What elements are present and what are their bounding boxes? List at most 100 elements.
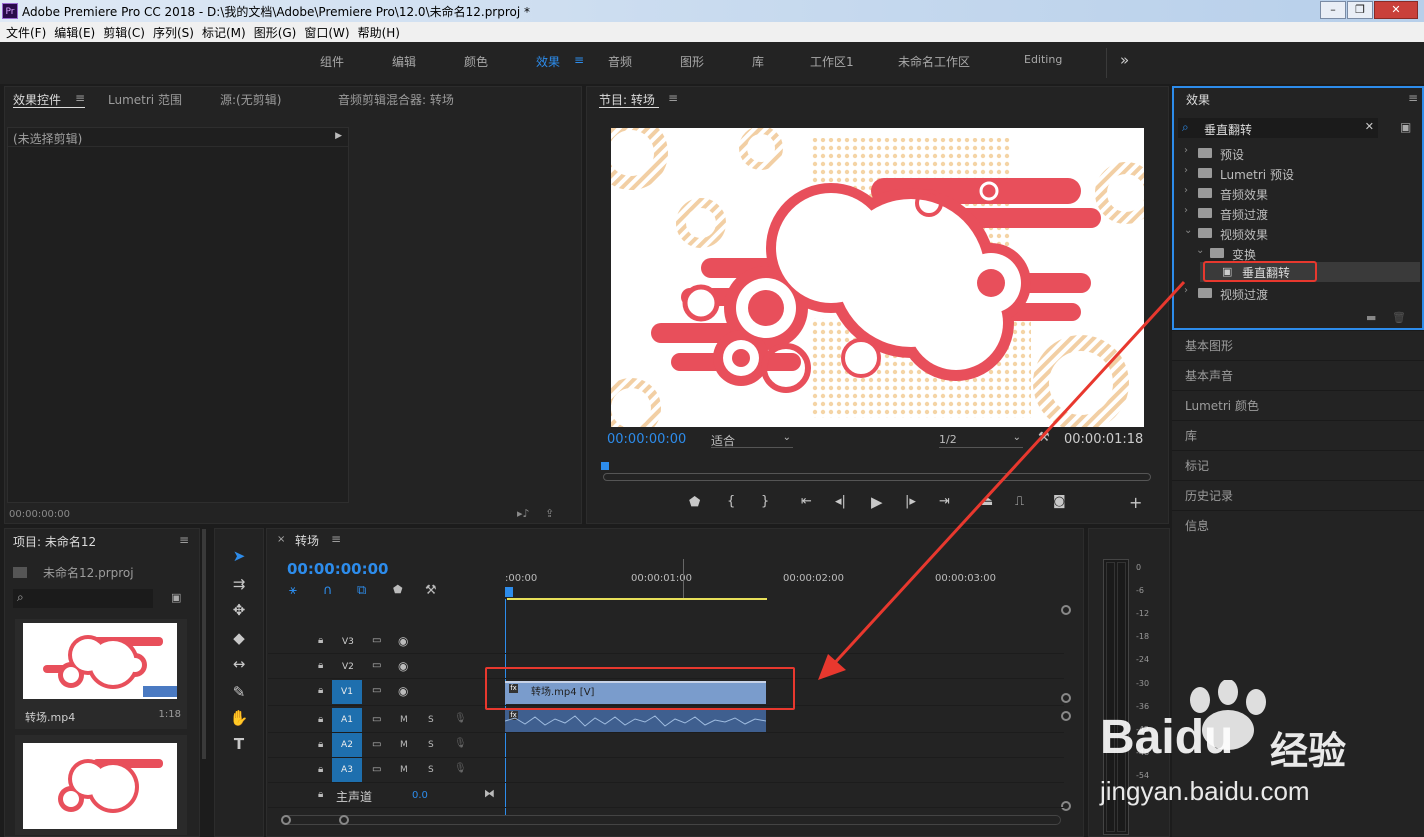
slip-tool-icon[interactable]: ↔ [228, 655, 250, 673]
menu-marker[interactable]: 标记(M) [200, 22, 252, 42]
add-marker-icon[interactable]: ⬟ [689, 495, 700, 510]
menu-file[interactable]: 文件(F) [4, 22, 52, 42]
program-current-timecode[interactable]: 00:00:00:00 [607, 432, 686, 447]
timeline-timecode[interactable]: 00:00:00:00 [287, 560, 389, 578]
lock-icon[interactable]: 🔒︎ [318, 789, 323, 800]
effects-folder-audio-effects[interactable]: › 音频效果 [1176, 184, 1420, 204]
export-frame-icon[interactable]: ▸♪ [517, 507, 530, 520]
track-target-a3[interactable]: A3 [332, 758, 362, 782]
workspace-tab-effects[interactable]: 效果 [536, 53, 560, 70]
master-volume-value[interactable]: 0.0 [412, 790, 428, 801]
tab-effect-controls[interactable]: 效果控件 [13, 91, 61, 108]
linked-selection-icon[interactable]: ⧉ [357, 583, 366, 598]
type-tool-icon[interactable]: T [228, 735, 250, 753]
project-menu-icon[interactable]: ≡ [179, 533, 189, 547]
project-search-input[interactable]: ⌕ [13, 589, 153, 608]
project-scrollbar[interactable] [202, 529, 206, 759]
mute-button[interactable]: M [400, 765, 408, 775]
workspace-tab-assembly[interactable]: 组件 [320, 53, 344, 70]
tab-audio-clip-mixer[interactable]: 音频剪辑混合器: 转场 [338, 91, 454, 108]
workspace-tab-audio[interactable]: 音频 [608, 53, 632, 70]
track-select-tool-icon[interactable]: ⇉ [228, 575, 250, 593]
menu-edit[interactable]: 编辑(E) [52, 22, 101, 42]
mark-in-icon[interactable]: { [727, 494, 735, 509]
mic-icon[interactable]: 🎙︎ [454, 763, 467, 774]
panel-essential-graphics[interactable]: 基本图形 [1172, 330, 1424, 360]
project-item-card[interactable]: 转场.mp4 1:18 [15, 619, 187, 729]
effects-menu-icon[interactable]: ≡ [1408, 91, 1418, 105]
timeline-zoom-bar[interactable] [281, 815, 1061, 825]
step-back-icon[interactable]: ◂| [835, 494, 846, 509]
sequence-menu-icon[interactable]: ≡ [331, 532, 341, 546]
solo-button[interactable]: S [428, 740, 434, 750]
tab-source[interactable]: 源:(无剪辑) [220, 91, 281, 108]
mark-out-icon[interactable]: } [761, 494, 769, 509]
panel-libraries[interactable]: 库 [1172, 420, 1424, 450]
go-to-out-icon[interactable]: ⇥ [939, 494, 950, 509]
lock-icon[interactable]: 🔒︎ [318, 660, 323, 671]
step-forward-icon[interactable]: |▸ [905, 494, 916, 509]
effects-folder-presets[interactable]: › 预设 [1176, 144, 1420, 164]
workspace-tab-libraries[interactable]: 库 [752, 53, 764, 70]
mute-button[interactable]: M [400, 740, 408, 750]
go-to-in-icon[interactable]: ⇤ [801, 494, 812, 509]
pen-tool-icon[interactable]: ✎ [228, 683, 250, 701]
sync-lock-icon[interactable]: ▭ [372, 685, 381, 696]
sync-lock-icon[interactable]: ▭ [372, 764, 381, 775]
workspace-tab-graphics[interactable]: 图形 [680, 53, 704, 70]
effects-folder-lumetri-presets[interactable]: › Lumetri 预设 [1176, 164, 1420, 184]
workspace-tab-editing[interactable]: 编辑 [392, 53, 416, 70]
menu-help[interactable]: 帮助(H) [356, 22, 406, 42]
zoom-right-handle[interactable] [339, 815, 349, 825]
workspace-tab-untitled[interactable]: 未命名工作区 [898, 53, 970, 70]
mic-icon[interactable]: 🎙︎ [454, 713, 467, 724]
mic-icon[interactable]: 🎙︎ [454, 738, 467, 749]
resolution-dropdown[interactable]: 1/2 ⌄ [939, 432, 1023, 448]
program-scrub-bar[interactable] [603, 473, 1151, 481]
track-target-a2[interactable]: A2 [332, 733, 362, 757]
program-menu-icon[interactable]: ≡ [668, 91, 678, 105]
program-monitor-title[interactable]: 节目: 转场 [599, 91, 655, 108]
close-sequence-icon[interactable]: × [277, 534, 285, 545]
v-scroll-top-handle[interactable] [1061, 605, 1071, 615]
panel-history[interactable]: 历史记录 [1172, 480, 1424, 510]
new-bin-icon[interactable]: ▬ [1366, 311, 1376, 324]
razor-tool-icon[interactable]: ◆ [228, 629, 250, 647]
lock-icon[interactable]: 🔒︎ [318, 714, 323, 725]
solo-button[interactable]: S [428, 765, 434, 775]
sync-lock-icon[interactable]: ▭ [372, 660, 381, 671]
clear-search-icon[interactable]: ✕ [1365, 120, 1374, 133]
lock-icon[interactable]: 🔒︎ [318, 764, 323, 775]
sequence-item-card[interactable] [15, 735, 187, 835]
track-target-v1[interactable]: V1 [332, 680, 362, 704]
sync-lock-icon[interactable]: ▭ [372, 714, 381, 725]
eye-icon[interactable]: ◉ [398, 684, 408, 698]
menu-graphics[interactable]: 图形(G) [252, 22, 303, 42]
audio-clip[interactable]: fx [505, 710, 766, 732]
effects-search-input[interactable]: ⌕ 垂直翻转 ✕ [1178, 118, 1378, 138]
zoom-left-handle[interactable] [281, 815, 291, 825]
workspace-tab-1[interactable]: 工作区1 [810, 53, 854, 70]
workspace-tab-editing-en[interactable]: Editing [1024, 53, 1062, 66]
add-marker-icon[interactable]: ⬟ [393, 583, 403, 596]
lift-icon[interactable]: ⏏ [981, 494, 993, 509]
extract-icon[interactable]: ⎍ [1015, 494, 1024, 509]
export-clip-icon[interactable]: ⇪ [545, 507, 554, 520]
minimize-button[interactable]: – [1320, 1, 1346, 19]
wrench-icon[interactable]: ⚒ [1038, 430, 1050, 445]
track-target-a1[interactable]: A1 [332, 708, 362, 732]
close-button[interactable]: ✕ [1374, 1, 1418, 19]
ripple-edit-tool-icon[interactable]: ✥ [228, 601, 250, 619]
add-button-icon[interactable]: + [1129, 493, 1142, 512]
effects-folder-audio-transitions[interactable]: › 音频过渡 [1176, 204, 1420, 224]
workspace-overflow-icon[interactable]: » [1120, 51, 1129, 69]
timeline-playhead-handle[interactable] [505, 587, 513, 597]
panel-lumetri-color[interactable]: Lumetri 颜色 [1172, 390, 1424, 420]
snap-icon[interactable]: ∩ [323, 583, 333, 598]
panel-info[interactable]: 信息 [1172, 510, 1424, 837]
timeline-settings-icon[interactable]: ⚒ [425, 583, 437, 598]
playhead-marker[interactable] [601, 462, 609, 470]
hand-tool-icon[interactable]: ✋ [228, 709, 250, 727]
workspace-menu-icon[interactable]: ≡ [574, 53, 584, 67]
effects-folder-video-effects[interactable]: ⌄ 视频效果 [1176, 224, 1420, 244]
